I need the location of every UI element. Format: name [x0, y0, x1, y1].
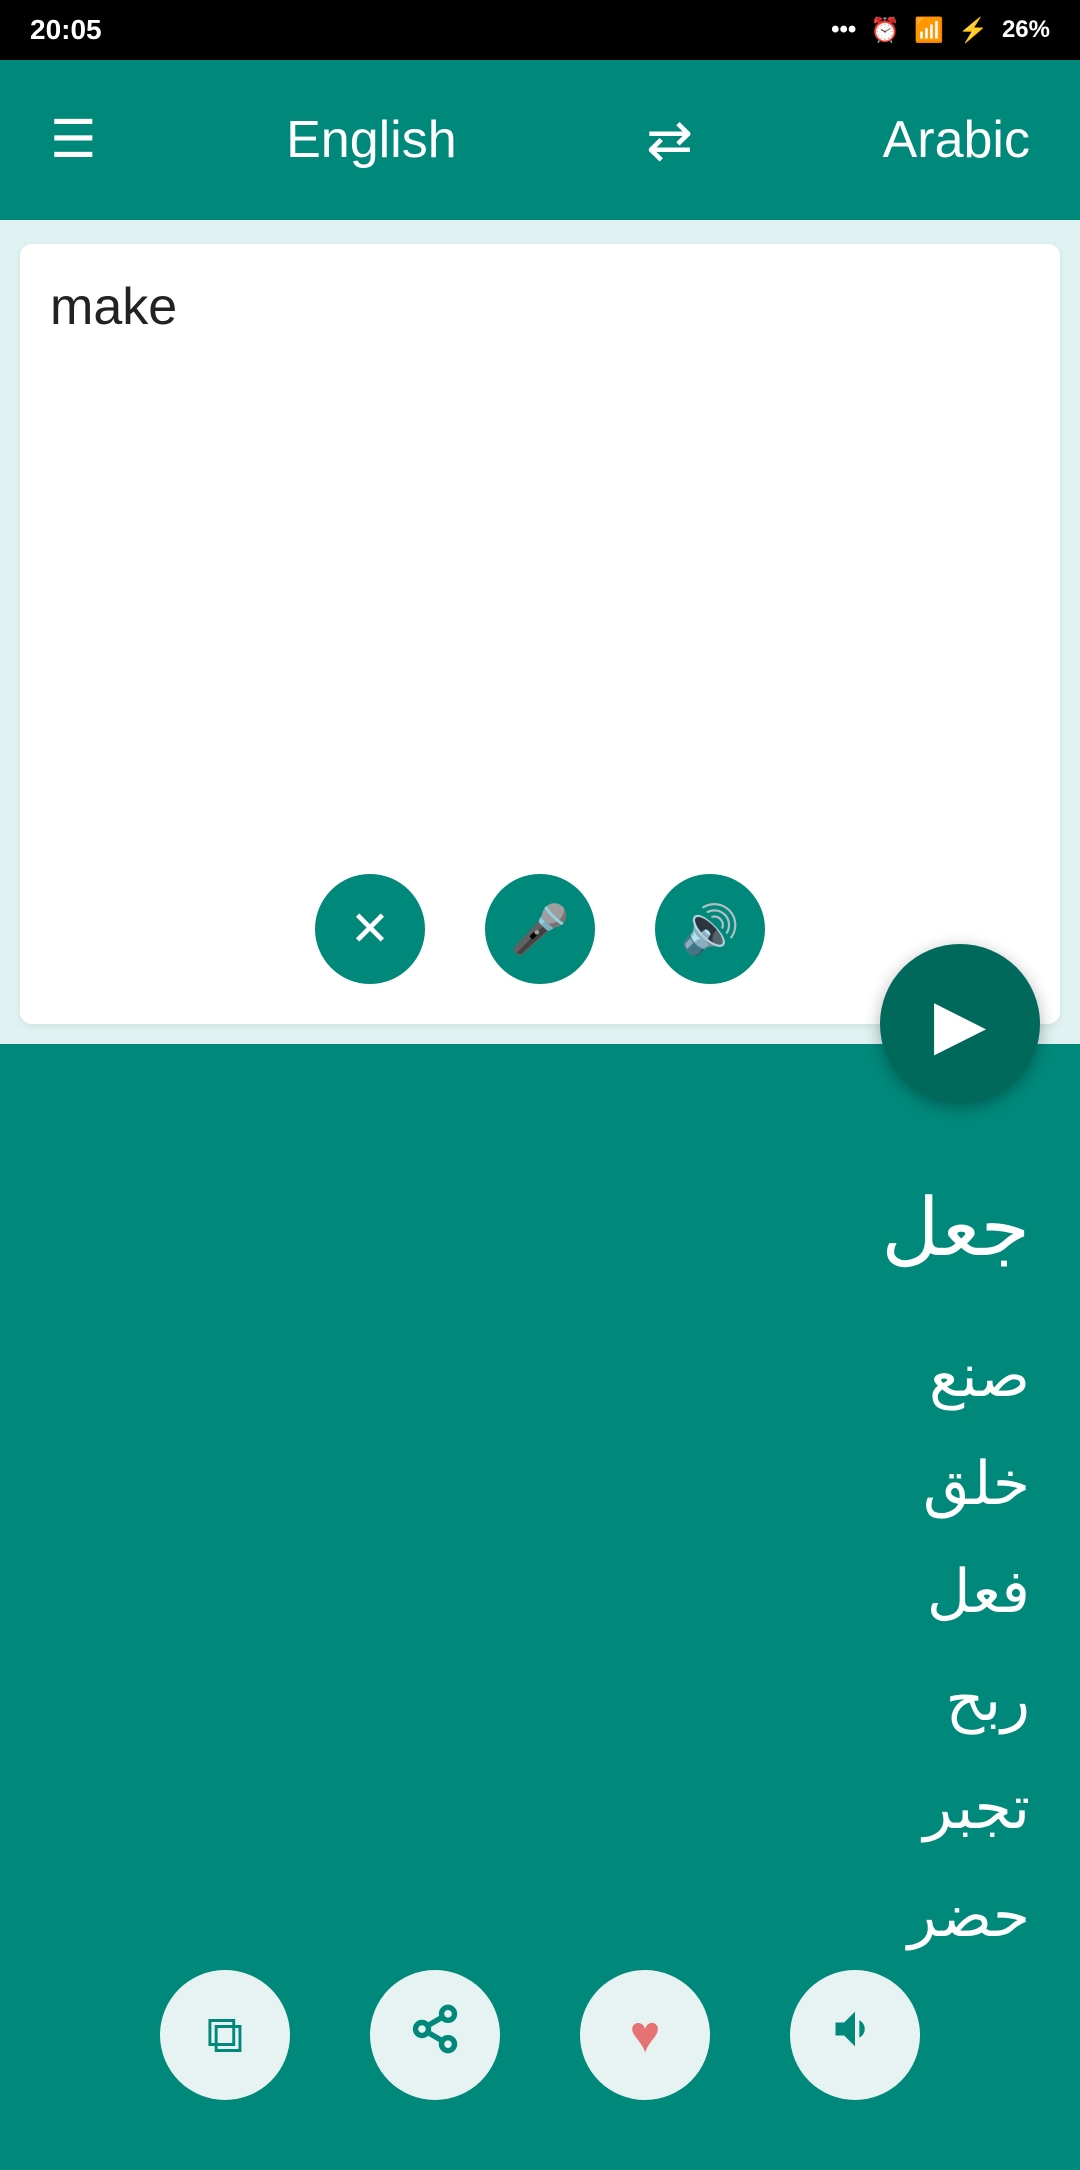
menu-button[interactable] — [50, 110, 97, 170]
alt-translations: صنع خلق فعل ربح تجبر حضر — [50, 1322, 1030, 1970]
main-content: make جعل صنع خلق فعل ربح تجبر حضر ⧉ — [0, 220, 1080, 1920]
output-panel: جعل صنع خلق فعل ربح تجبر حضر ⧉ — [0, 1044, 1080, 2170]
input-actions — [50, 874, 1030, 994]
toolbar: English Arabic — [0, 60, 1080, 220]
menu-icon — [50, 111, 97, 169]
translation-output: جعل صنع خلق فعل ربح تجبر حضر — [50, 1084, 1030, 1970]
dots-icon: ••• — [831, 16, 856, 44]
output-actions: ⧉ ♥ — [50, 1970, 1030, 2130]
swap-icon — [646, 108, 693, 171]
share-icon — [409, 2003, 461, 2068]
speaker-icon — [829, 2003, 881, 2068]
swap-languages-button[interactable] — [646, 107, 693, 173]
status-bar: 20:05 ••• ⏰ 📶 ⚡ 26% — [0, 0, 1080, 60]
play-icon — [934, 985, 986, 1064]
clear-button[interactable] — [315, 874, 425, 984]
microphone-button[interactable] — [485, 874, 595, 984]
favorite-button[interactable]: ♥ — [580, 1970, 710, 2100]
heart-icon: ♥ — [630, 2005, 661, 2065]
source-language[interactable]: English — [286, 110, 457, 170]
input-panel: make — [20, 244, 1060, 1024]
share-button[interactable] — [370, 1970, 500, 2100]
alarm-icon: ⏰ — [870, 16, 900, 45]
translate-button[interactable] — [880, 944, 1040, 1104]
sim-icon: 📶 — [914, 16, 944, 45]
volume-icon — [680, 901, 740, 958]
main-translation: جعل — [50, 1164, 1030, 1292]
speak-output-button[interactable] — [790, 1970, 920, 2100]
status-time: 20:05 — [30, 14, 102, 46]
status-icons: ••• ⏰ 📶 ⚡ 26% — [831, 16, 1050, 45]
copy-icon: ⧉ — [206, 2005, 243, 2066]
source-text-input[interactable]: make — [50, 274, 1030, 854]
battery-percent: 26% — [1002, 16, 1050, 44]
close-icon — [350, 901, 390, 957]
mic-icon — [510, 901, 570, 958]
copy-button[interactable]: ⧉ — [160, 1970, 290, 2100]
battery-icon: ⚡ — [958, 16, 988, 45]
speak-input-button[interactable] — [655, 874, 765, 984]
target-language[interactable]: Arabic — [883, 110, 1030, 170]
